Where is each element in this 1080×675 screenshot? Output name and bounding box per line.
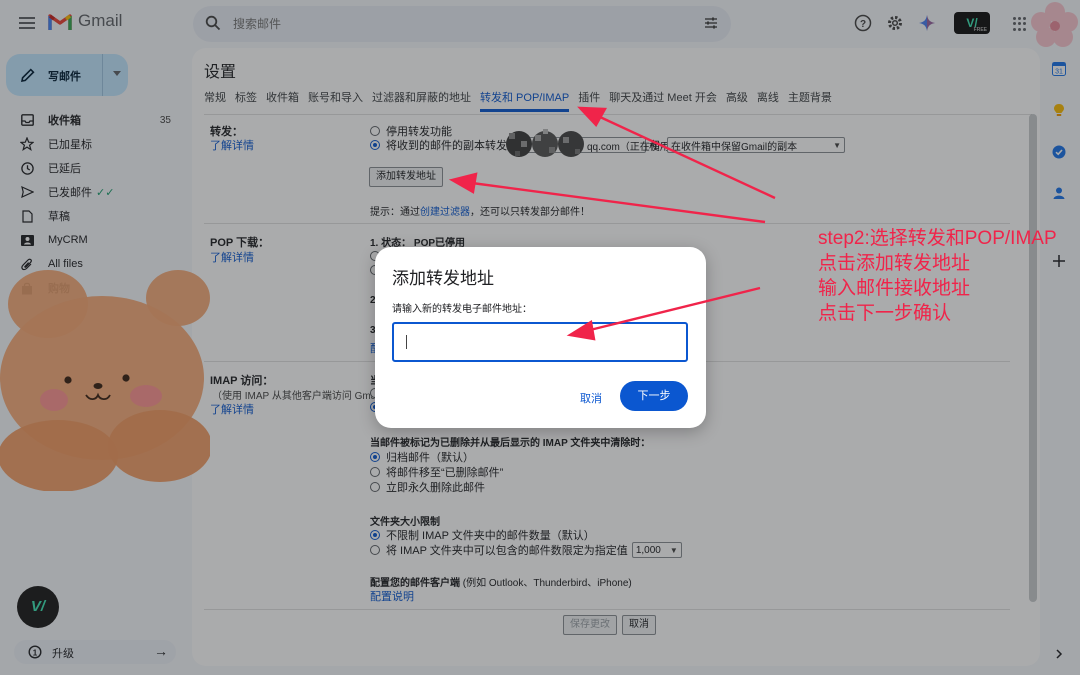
arrow-head [577, 106, 608, 128]
arrow-to-tab [599, 115, 776, 200]
annotation-arrows [448, 106, 776, 341]
arrow-to-input [589, 286, 761, 332]
annotation-line: 输入邮件接收地址 [818, 278, 971, 299]
arrow-head [566, 320, 596, 341]
annotation-text: step2:选择转发和POP/IMAP 点击添加转发地址 输入邮件接收地址 点击… [818, 226, 1057, 326]
arrow-to-add-button [471, 181, 766, 224]
annotation-line: step2:选择转发和POP/IMAP [818, 228, 1057, 249]
arrow-head [448, 172, 478, 194]
annotation-line: 点击下一步确认 [818, 303, 952, 324]
annotation-line: 点击添加转发地址 [818, 253, 971, 274]
